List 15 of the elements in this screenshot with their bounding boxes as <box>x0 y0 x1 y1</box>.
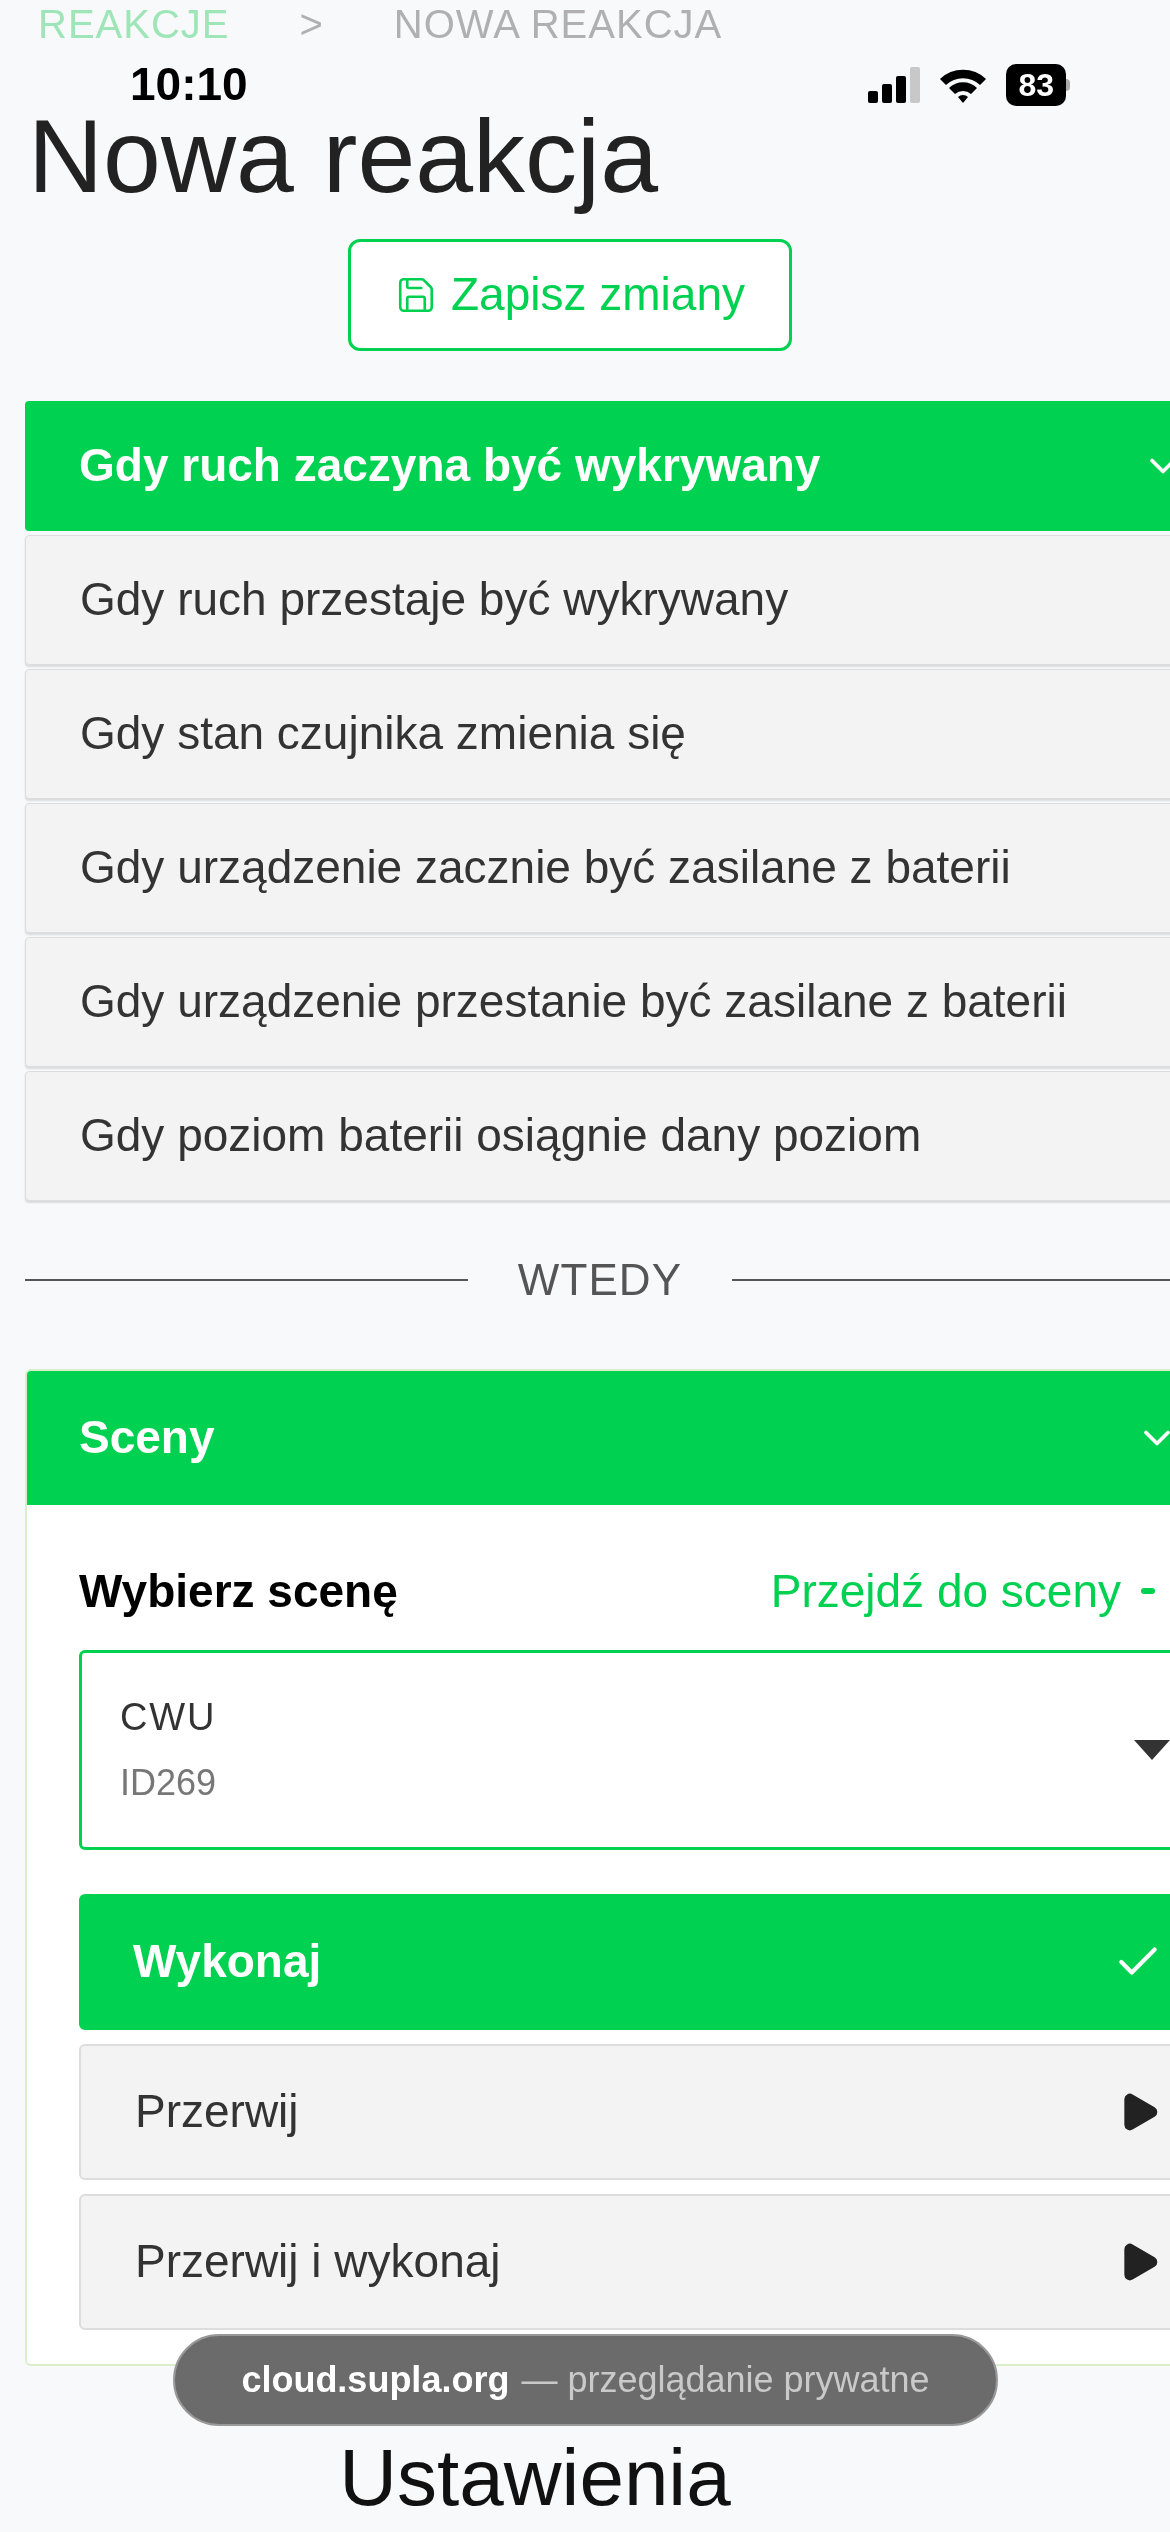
trigger-option[interactable]: Gdy poziom baterii osiągnie dany poziom <box>25 1070 1170 1201</box>
action-option[interactable]: Przerwij i wykonaj <box>79 2193 1170 2330</box>
action-option[interactable]: Przerwij <box>79 2043 1170 2180</box>
divider-label: WTEDY <box>517 1253 683 1306</box>
field-label: Wybierz scenę <box>79 1563 398 1619</box>
breadcrumb-current: NOWA REAKCJA <box>393 4 723 44</box>
browser-url-pill[interactable]: cloud.supla.org — przeglądanie prywatne <box>173 2334 998 2426</box>
trigger-option[interactable]: Gdy urządzenie przestanie być zasilane z baterii <box>25 936 1170 1067</box>
trigger-option[interactable]: Gdy stan czujnika zmienia się <box>25 668 1170 799</box>
scene-select[interactable]: CWU ID269 <box>79 1649 1170 1850</box>
breadcrumb-separator: > <box>299 4 324 44</box>
status-time: 10:10 <box>130 57 248 112</box>
trigger-option[interactable]: Gdy urządzenie zacznie być zasilane z baterii <box>25 802 1170 933</box>
trigger-option[interactable]: Gdy ruch przestaje być wykrywany <box>25 534 1170 665</box>
section-title: Ustawienia <box>339 2432 731 2524</box>
